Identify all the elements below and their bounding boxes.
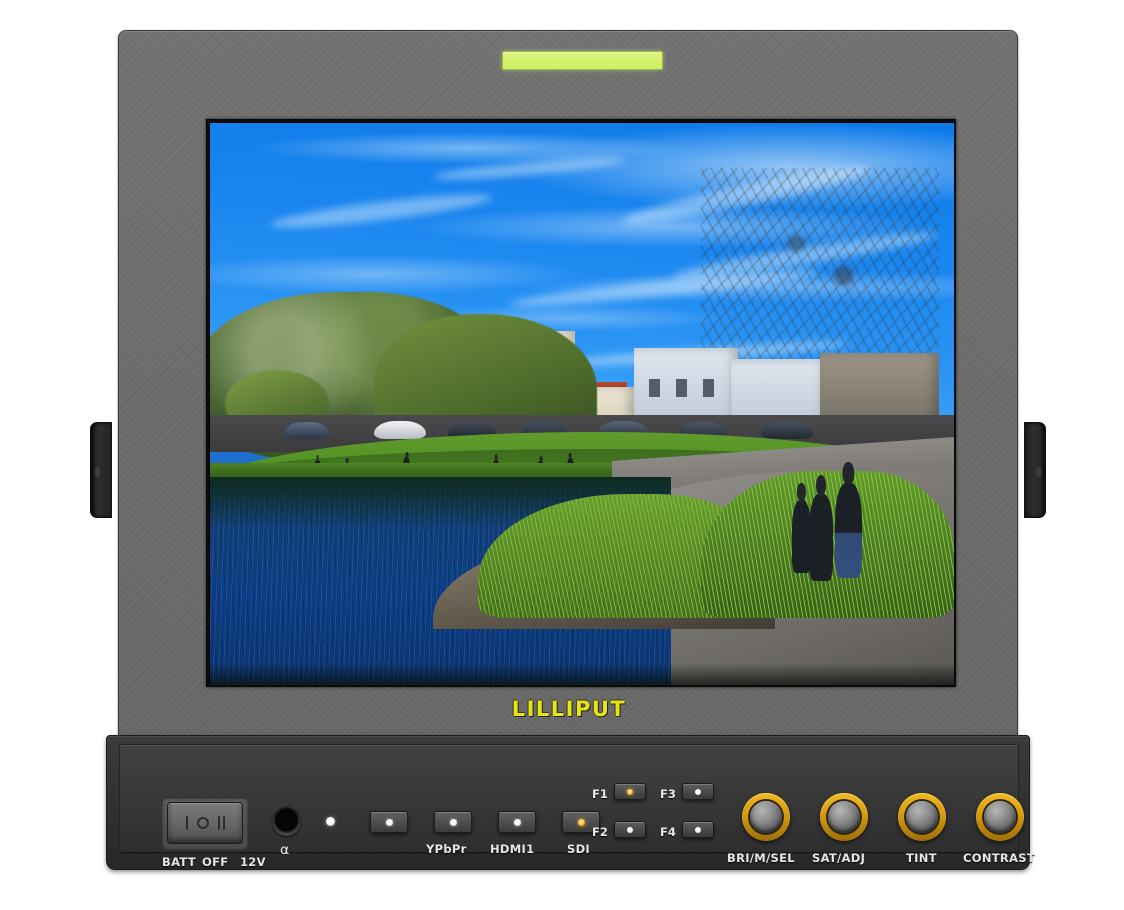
brand-logo: LILLIPUT	[511, 697, 627, 721]
power-label-batt: BATT	[162, 855, 196, 869]
lilliput-field-monitor: LILLIPUT BATT OFF 12V ⍺ YPbPr HDMI1 SDI …	[90, 30, 1046, 870]
knob-cap	[906, 801, 938, 833]
knob-saturation-adjust[interactable]	[820, 793, 868, 841]
headphone-icon: ⍺	[280, 841, 290, 857]
source-button-1[interactable]	[370, 811, 408, 833]
knob-tint[interactable]	[898, 793, 946, 841]
source-label-ypbpr: YPbPr	[426, 842, 467, 856]
knob-label-sat: SAT/ADJ	[812, 851, 866, 865]
function-label-f1: F1	[592, 787, 608, 801]
rocker-double-line-icon-a	[217, 816, 220, 830]
knob-label-contrast: CONTRAST	[963, 851, 1035, 865]
knob-brightness-menu-select[interactable]	[742, 793, 790, 841]
knob-cap	[750, 801, 782, 833]
function-led-f1	[627, 788, 633, 795]
left-hinge-tab	[90, 422, 112, 518]
source-button-ypbpr[interactable]	[434, 811, 472, 833]
photo-window	[702, 379, 715, 398]
photo-car	[284, 421, 330, 440]
function-button-f4[interactable]	[682, 821, 714, 838]
source-led-hdmi1	[513, 818, 521, 826]
power-status-led	[326, 817, 335, 826]
knob-label-bri: BRI/M/SEL	[727, 851, 795, 865]
knob-contrast[interactable]	[976, 793, 1024, 841]
photo-person-head	[797, 483, 806, 501]
source-button-hdmi1[interactable]	[498, 811, 536, 833]
function-label-f4: F4	[660, 825, 676, 839]
function-button-f2[interactable]	[614, 821, 646, 838]
photo-person-foreground	[834, 461, 862, 579]
photo-car	[760, 421, 813, 439]
right-hinge-notch	[1036, 467, 1041, 477]
source-led-1	[385, 818, 393, 826]
power-label-off: OFF	[202, 855, 229, 869]
headphone-jack[interactable]	[272, 807, 301, 836]
monitor-bezel: LILLIPUT	[118, 30, 1018, 740]
source-label-sdi: SDI	[567, 842, 591, 856]
function-label-f2: F2	[592, 825, 608, 839]
power-rocker-switch[interactable]	[162, 797, 248, 849]
photo-car	[842, 422, 894, 439]
power-rocker-cap[interactable]	[167, 802, 243, 844]
photo-person-head	[815, 474, 826, 496]
photo-foreground-shadow	[210, 662, 954, 685]
function-led-f3	[695, 788, 701, 795]
control-panel-face: BATT OFF 12V ⍺ YPbPr HDMI1 SDI F1 F2 F3 …	[119, 744, 1035, 869]
knob-cap	[984, 801, 1016, 833]
photo-window	[675, 379, 688, 398]
rocker-double-line-icon-b	[222, 816, 225, 830]
lcd-screen[interactable]	[210, 123, 954, 685]
lcd-panel-frame	[206, 119, 956, 687]
power-label-12v: 12V	[240, 855, 266, 869]
control-panel: BATT OFF 12V ⍺ YPbPr HDMI1 SDI F1 F2 F3 …	[106, 735, 1035, 870]
function-label-f3: F3	[660, 787, 676, 801]
knob-label-tint: TINT	[906, 851, 937, 865]
rocker-line-icon	[185, 816, 188, 830]
knob-cap	[828, 801, 860, 833]
rocker-circle-icon	[196, 817, 209, 829]
photo-person-foreground	[791, 483, 812, 573]
right-hinge-tab	[1024, 422, 1046, 518]
function-button-f1[interactable]	[614, 783, 646, 800]
function-led-f2	[627, 826, 633, 833]
tally-light-strip	[502, 51, 663, 70]
function-button-f3[interactable]	[682, 783, 714, 800]
function-led-f4	[695, 826, 701, 833]
source-led-ypbpr	[449, 818, 457, 826]
left-hinge-notch	[95, 467, 100, 477]
source-led-sdi	[577, 818, 585, 826]
photo-person-foreground	[808, 474, 833, 582]
photo-car	[373, 420, 426, 440]
photo-window	[648, 379, 661, 398]
source-label-hdmi1: HDMI1	[490, 842, 535, 856]
